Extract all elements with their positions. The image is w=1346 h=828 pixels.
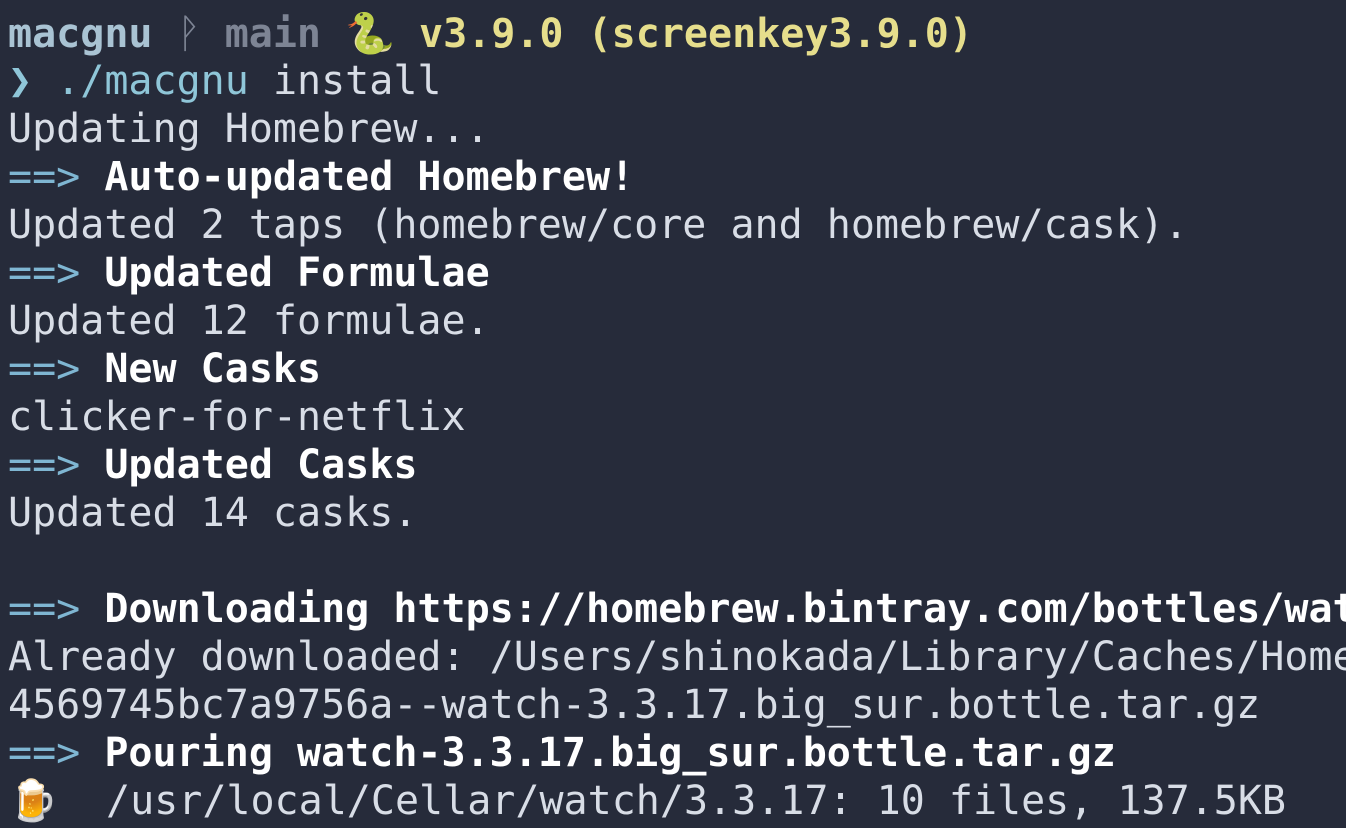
output-line: Updated 2 taps (homebrew/core and homebr… bbox=[8, 202, 1189, 248]
git-branch-icon: ᚹ bbox=[176, 11, 201, 57]
python-version: v3.9.0 (screenkey3.9.0) bbox=[419, 11, 973, 57]
prompt-line: macgnu ᚹ main 🐍 v3.9.0 (screenkey3.9.0) bbox=[8, 10, 973, 58]
output-heading: ==> New Casks bbox=[8, 345, 321, 393]
output-heading: ==> Updated Casks bbox=[8, 441, 417, 489]
beer-icon: 🍺 bbox=[8, 778, 58, 824]
heading-text: New Casks bbox=[104, 346, 322, 392]
heading-text: Updated Casks bbox=[104, 442, 418, 488]
output-line: 4569745bc7a9756a--watch-3.3.17.big_sur.b… bbox=[8, 682, 1261, 728]
output-line: Updated 12 formulae. bbox=[8, 298, 490, 344]
heading-text: Auto-updated Homebrew! bbox=[104, 154, 635, 200]
heading-text: Pouring watch-3.3.17.big_sur.bottle.tar.… bbox=[104, 730, 1116, 776]
heading-arrow: ==> bbox=[8, 250, 81, 296]
python-icon: 🐍 bbox=[345, 11, 395, 57]
output-line: Updating Homebrew... bbox=[8, 106, 490, 152]
heading-arrow: ==> bbox=[8, 586, 81, 632]
heading-arrow: ==> bbox=[8, 154, 81, 200]
output-line: Already downloaded: /Users/shinokada/Lib… bbox=[8, 634, 1346, 680]
terminal-window[interactable]: macgnu ᚹ main 🐍 v3.9.0 (screenkey3.9.0) … bbox=[0, 0, 1346, 828]
output-line: clicker-for-netflix bbox=[8, 394, 466, 440]
prompt-directory: macgnu bbox=[8, 11, 153, 57]
command-line: ❯ ./macgnu install bbox=[8, 57, 442, 105]
output-heading: ==> Updated Formulae bbox=[8, 249, 490, 297]
command-path: ./macgnu bbox=[56, 58, 249, 104]
heading-arrow: ==> bbox=[8, 346, 81, 392]
heading-text: Updated Formulae bbox=[104, 250, 490, 296]
output-heading: ==> Downloading https://homebrew.bintray… bbox=[8, 585, 1346, 633]
heading-text: Downloading https://homebrew.bintray.com… bbox=[104, 586, 1346, 632]
heading-arrow: ==> bbox=[8, 442, 81, 488]
output-heading: ==> Auto-updated Homebrew! bbox=[8, 153, 634, 201]
command-argument: install bbox=[272, 58, 442, 104]
install-summary: /usr/local/Cellar/watch/3.3.17: 10 files… bbox=[105, 778, 1287, 824]
prompt-caret-icon: ❯ bbox=[8, 58, 33, 104]
output-line: Updated 14 casks. bbox=[8, 490, 418, 536]
heading-arrow: ==> bbox=[8, 730, 81, 776]
output-line: 🍺 /usr/local/Cellar/watch/3.3.17: 10 fil… bbox=[8, 777, 1286, 825]
git-branch-name: main bbox=[224, 11, 322, 57]
output-heading: ==> Pouring watch-3.3.17.big_sur.bottle.… bbox=[8, 729, 1116, 777]
